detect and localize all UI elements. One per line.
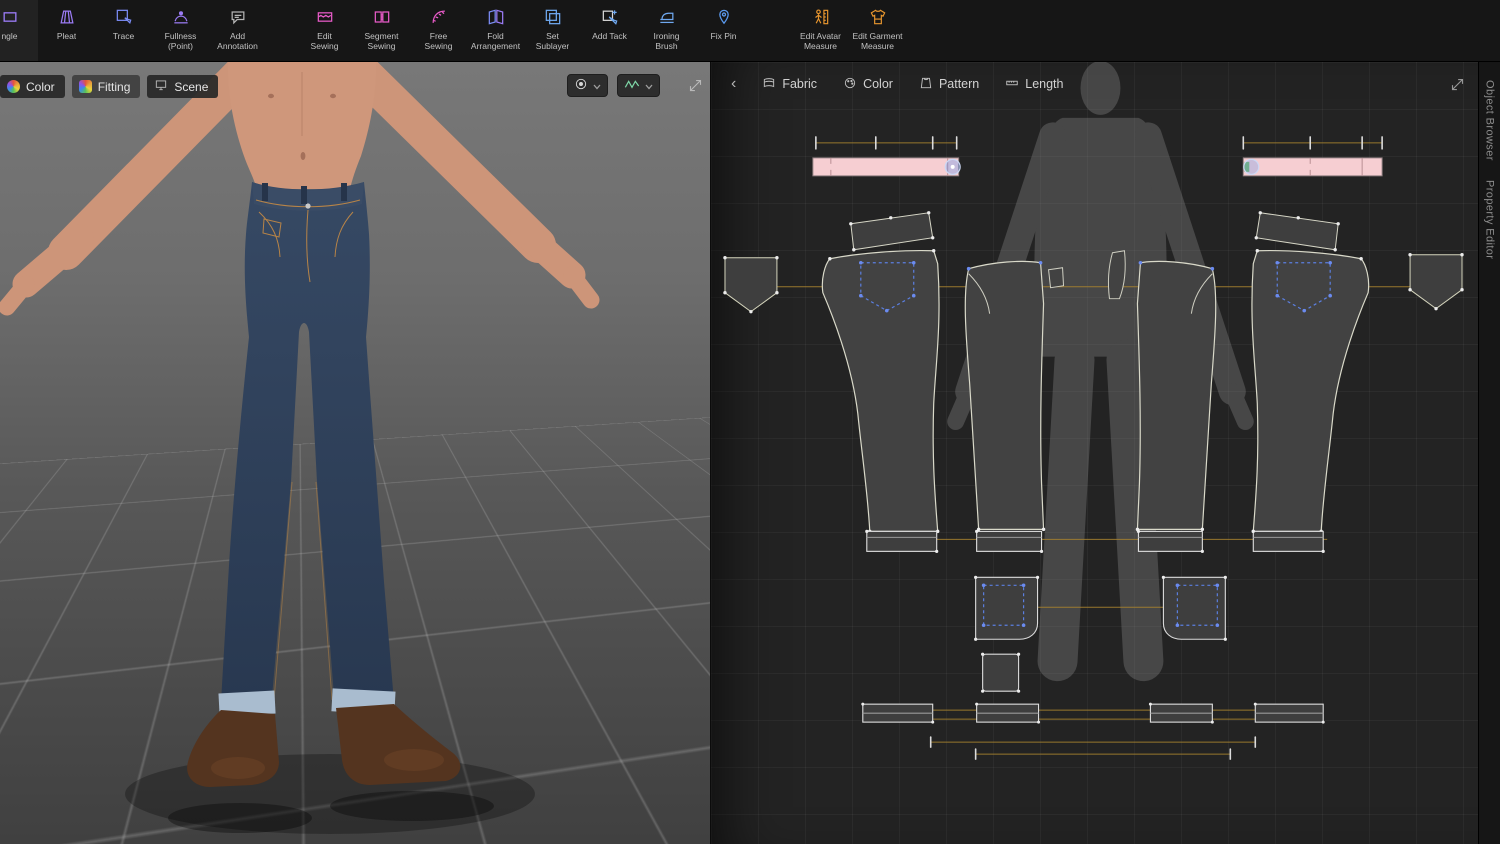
toolbar-item-edit-garment-measure[interactable]: Edit Garment Measure [849, 0, 906, 61]
free-sewing-icon [429, 7, 449, 27]
color-tab-icon [7, 80, 20, 93]
scene-tab-icon [154, 78, 168, 95]
avatar-measure-icon [811, 7, 831, 27]
tab-fabric[interactable]: Fabric [762, 76, 817, 93]
toolbar-item-pleat[interactable]: Pleat [38, 0, 95, 61]
pattern-piece-pocket-right[interactable] [1408, 253, 1464, 311]
fitting-tab-icon [78, 80, 92, 93]
pattern-piece-back-leg-right[interactable] [1251, 249, 1370, 534]
pattern-piece-coin-pocket[interactable] [981, 652, 1021, 693]
pattern-piece-waistband-right[interactable] [1242, 157, 1383, 177]
top-toolbar: ngle Pleat Trace Fullness (Point) Add Anno… [0, 0, 1500, 62]
chevron-down-icon [593, 78, 601, 93]
pattern-panel-header: ‹ Fabric Color Pattern Length [711, 62, 1478, 106]
toolbar-item-fullness-point[interactable]: Fullness (Point) [152, 0, 209, 61]
rail-property-editor[interactable]: Property Editor [1484, 180, 1496, 262]
toolbar-item-trace[interactable]: Trace [95, 0, 152, 61]
pattern-piece-small-facing[interactable] [1048, 267, 1065, 289]
edit-sewing-icon [315, 7, 335, 27]
toolbar-item-free-sewing[interactable]: Free Sewing [410, 0, 467, 61]
3d-viewport[interactable]: Color Fitting Scene [0, 62, 710, 844]
pattern-piece-back-leg-left[interactable] [821, 249, 940, 534]
toolbar-item-rectangle[interactable]: ngle [0, 0, 38, 61]
toolbar-item-add-annotation[interactable]: Add Annotation [209, 0, 266, 61]
fullness-point-icon [171, 7, 191, 27]
pattern-piece-yoke-right[interactable] [1254, 211, 1340, 252]
ironing-brush-icon [657, 7, 677, 27]
add-tack-icon [600, 7, 620, 27]
expand-pattern-panel-icon[interactable] [1450, 77, 1465, 92]
toolbar-item-edit-avatar-measure[interactable]: Edit Avatar Measure [792, 0, 849, 61]
pleat-icon [57, 7, 77, 27]
pattern-piece-yoke-left[interactable] [849, 211, 935, 252]
rectangle-tool-icon [0, 7, 20, 27]
tab-length[interactable]: Length [1005, 76, 1063, 93]
pattern-piece-pocket-left[interactable] [723, 256, 779, 314]
toolbar-item-fold-arrangement[interactable]: Fold Arrangement [467, 0, 524, 61]
avatar-jeans [218, 182, 396, 717]
tab-color-2d[interactable]: Color [843, 76, 893, 93]
palette-icon [843, 76, 857, 93]
expand-viewport-icon[interactable] [688, 78, 703, 93]
pattern-piece-hem-bands[interactable] [865, 529, 1325, 553]
tab-pattern[interactable]: Pattern [919, 76, 979, 93]
render-style-dropdown[interactable] [567, 74, 608, 97]
set-sublayer-icon [543, 7, 563, 27]
waveform-icon [624, 77, 640, 94]
pattern-piece-front-leg-right[interactable] [1135, 260, 1217, 532]
tab-scene[interactable]: Scene [147, 75, 219, 98]
pattern-piece-pocket-facing-right[interactable] [1161, 575, 1227, 641]
pattern-piece-pocket-facing-left[interactable] [974, 575, 1040, 641]
main-area: Color Fitting Scene ‹ Fabric Color Patte… [0, 62, 1500, 844]
2d-pattern-panel[interactable]: ‹ Fabric Color Pattern Length [710, 62, 1478, 844]
tab-fitting[interactable]: Fitting [71, 75, 141, 98]
rail-object-browser[interactable]: Object Browser [1484, 80, 1496, 164]
trace-icon [114, 7, 134, 27]
collapse-panel-chevron[interactable]: ‹ [731, 76, 736, 92]
tab-color[interactable]: Color [0, 75, 65, 98]
toolbar-item-segment-sewing[interactable]: Segment Sewing [353, 0, 410, 61]
fix-pin-icon [714, 7, 734, 27]
chevron-down-icon [645, 78, 653, 93]
toolbar-item-fix-pin[interactable]: Fix Pin [695, 0, 752, 61]
render-style-icon [574, 77, 588, 94]
fold-arrangement-icon [486, 7, 506, 27]
annotation-icon [228, 7, 248, 27]
animation-graph-dropdown[interactable] [617, 74, 660, 97]
toolbar-item-add-tack[interactable]: Add Tack [581, 0, 638, 61]
pattern-piece-waistband-left[interactable] [812, 157, 961, 177]
viewport-tabs: Color Fitting Scene [0, 75, 219, 98]
avatar-3d[interactable] [0, 62, 710, 844]
ruler-icon [1005, 76, 1019, 93]
toolbar-item-set-sublayer[interactable]: Set Sublayer [524, 0, 581, 61]
segment-sewing-icon [372, 7, 392, 27]
avatar-torso [227, 62, 377, 189]
garment-measure-icon [868, 7, 888, 27]
fabric-icon [762, 76, 776, 93]
pattern-piece-icon [919, 76, 933, 93]
toolbar-item-edit-sewing[interactable]: Edit Sewing [296, 0, 353, 61]
pattern-piece-front-leg-left[interactable] [964, 260, 1046, 532]
right-rail: Object Browser Property Editor [1478, 62, 1500, 844]
pattern-piece-belt-loops[interactable] [861, 702, 1325, 724]
pattern-canvas[interactable] [711, 62, 1478, 843]
toolbar-item-ironing-brush[interactable]: Ironing Brush [638, 0, 695, 61]
selection-gizmo[interactable] [1243, 158, 1260, 175]
viewport-controls [567, 74, 660, 97]
